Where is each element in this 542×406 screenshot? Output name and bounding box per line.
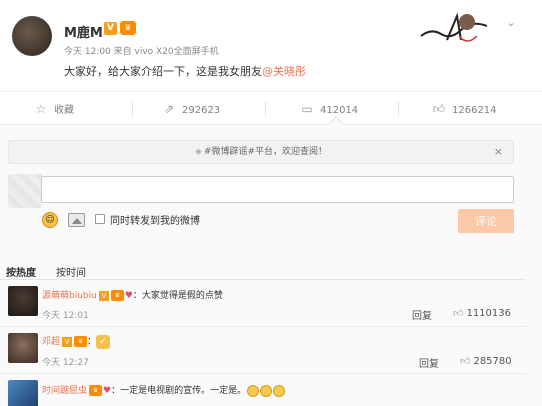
rumor-notice-banner[interactable]: ◈ #微博辟谣#平台，欢迎查阅！ ×	[8, 140, 514, 164]
commenter-avatar[interactable]	[8, 333, 38, 363]
close-icon[interactable]: ×	[494, 141, 503, 163]
signature-decoration	[417, 6, 495, 48]
thumb-up-icon: 👍︎	[453, 308, 464, 319]
comment-item: 时间踮屁虫 ♛ ♥：一定是电视剧的宣传。一定是。	[42, 383, 286, 397]
post-meta: 今天 12:00 来自 vivo X20全面屏手机	[64, 47, 219, 57]
notice-text: #微博辟谣#平台，欢迎查阅！	[203, 147, 327, 157]
comment-time: 今天 12:27	[42, 358, 89, 368]
sort-by-time[interactable]: 按时间	[56, 264, 86, 279]
comment-like-count: 285780	[473, 356, 512, 367]
divider	[0, 373, 526, 374]
comment-like-button[interactable]: 👍︎ 1110136	[453, 307, 511, 319]
vip-badge-icon: ♛	[120, 21, 136, 35]
vip-badge-icon: ♛	[74, 336, 88, 347]
divider	[0, 279, 526, 280]
emoji-icon[interactable]: ☺	[42, 212, 58, 228]
star-icon: ☆	[35, 102, 47, 116]
sort-by-hot[interactable]: 按热度	[6, 264, 36, 279]
divider	[0, 326, 526, 327]
comment-text: ：一定是电视剧的宣传。一定是。	[111, 386, 247, 396]
commenter-avatar[interactable]	[8, 286, 38, 316]
forward-icon: ⇗	[163, 102, 175, 116]
verified-badge-icon: V	[98, 290, 109, 301]
comment-like-count: 1110136	[466, 308, 511, 319]
favorite-label: 收藏	[54, 105, 74, 116]
cry-laugh-emoji-icon	[260, 384, 273, 397]
favorite-button[interactable]: ☆ 收藏	[34, 92, 74, 126]
commenter-name[interactable]: 源萌萌biubiu	[42, 291, 97, 301]
comment-item: 邓超 V ♛： ✓	[42, 334, 111, 349]
cry-laugh-emoji-icon	[273, 384, 286, 397]
thumb-up-emoji-icon: ✓	[96, 334, 111, 349]
heart-badge-icon: ♥	[124, 290, 133, 301]
post-author-name[interactable]: M鹿M	[64, 22, 103, 41]
comment-icon: ▭	[301, 102, 313, 116]
commenter-avatar[interactable]	[8, 380, 38, 406]
mention-link[interactable]: @关晓彤	[262, 65, 306, 78]
thumb-up-icon: 👍︎	[432, 102, 446, 116]
post-text: 大家好，给大家介绍一下，这是我女朋友@关晓彤	[64, 63, 306, 79]
commenter-name[interactable]: 时间踮屁虫	[42, 386, 87, 396]
heart-badge-icon: ♥	[103, 385, 112, 396]
thumb-up-icon: 👍︎	[460, 356, 471, 367]
my-avatar	[8, 174, 42, 208]
comment-time: 今天 12:01	[42, 311, 89, 321]
forward-checkbox[interactable]	[95, 214, 105, 224]
comment-input[interactable]	[41, 176, 514, 203]
reply-button[interactable]: 回复	[412, 307, 432, 322]
submit-comment-button[interactable]: 评论	[458, 209, 514, 233]
like-count: 1266214	[452, 105, 497, 116]
reply-button[interactable]: 回复	[419, 355, 439, 370]
vip-badge-icon: ♛	[110, 290, 124, 301]
post-author-avatar[interactable]	[12, 16, 52, 56]
comment-like-button[interactable]: 👍︎ 285780	[460, 355, 512, 367]
forward-label: 同时转发到我的微博	[110, 216, 200, 227]
forward-button[interactable]: ⇗ 292623	[162, 92, 220, 126]
forward-count: 292623	[182, 105, 221, 116]
comment-count: 412014	[320, 105, 359, 116]
commenter-name[interactable]: 邓超	[42, 337, 60, 347]
vip-badge-icon: ♛	[89, 385, 103, 396]
like-button[interactable]: 👍︎ 1266214	[432, 92, 497, 126]
chevron-down-icon[interactable]: ⌄	[502, 14, 520, 32]
cry-laugh-emoji-icon	[247, 384, 260, 397]
post-body: 大家好，给大家介绍一下，这是我女朋友	[64, 65, 262, 78]
verified-badge-icon: V	[62, 336, 73, 347]
comment-item: 源萌萌biubiu V ♛ ♥：大家觉得是假的点赞	[42, 288, 223, 301]
image-icon[interactable]	[68, 213, 85, 227]
comment-text: ：	[87, 337, 97, 347]
comment-text: ：大家觉得是假的点赞	[132, 291, 223, 301]
action-bar: ☆ 收藏 ⇗ 292623 ▭ 412014 👍︎ 1266214	[0, 91, 542, 125]
info-icon: ◈	[194, 147, 202, 157]
verified-badge: V	[104, 22, 117, 35]
